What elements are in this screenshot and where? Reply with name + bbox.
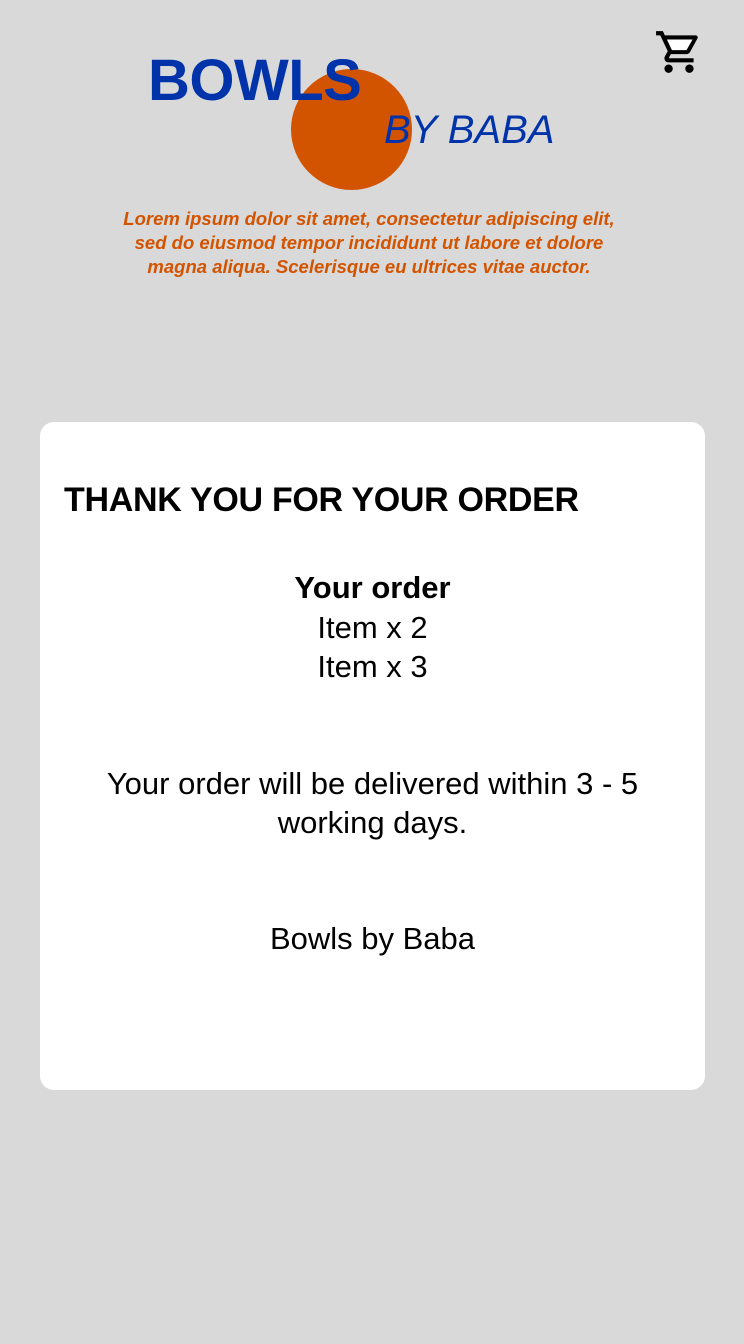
order-item: Item x 3 — [317, 649, 428, 684]
delivery-note: Your order will be delivered within 3 - … — [106, 766, 639, 840]
brand-name: BOWLS — [148, 48, 362, 113]
brand-logo[interactable]: BOWLS BY BABA — [0, 0, 744, 200]
brand-tagline: Lorem ipsum dolor sit amet, consectetur … — [123, 208, 615, 277]
order-confirmation-card: THANK YOU FOR YOUR ORDER Your order Item… — [40, 422, 705, 1090]
order-summary-heading: Your order — [294, 570, 451, 605]
order-item-list: Item x 2 Item x 3 — [40, 608, 705, 686]
brand-byline: BY BABA — [384, 108, 555, 152]
order-item: Item x 2 — [317, 610, 428, 645]
signoff: Bowls by Baba — [269, 921, 476, 956]
page-title: THANK YOU FOR YOUR ORDER — [64, 481, 579, 519]
